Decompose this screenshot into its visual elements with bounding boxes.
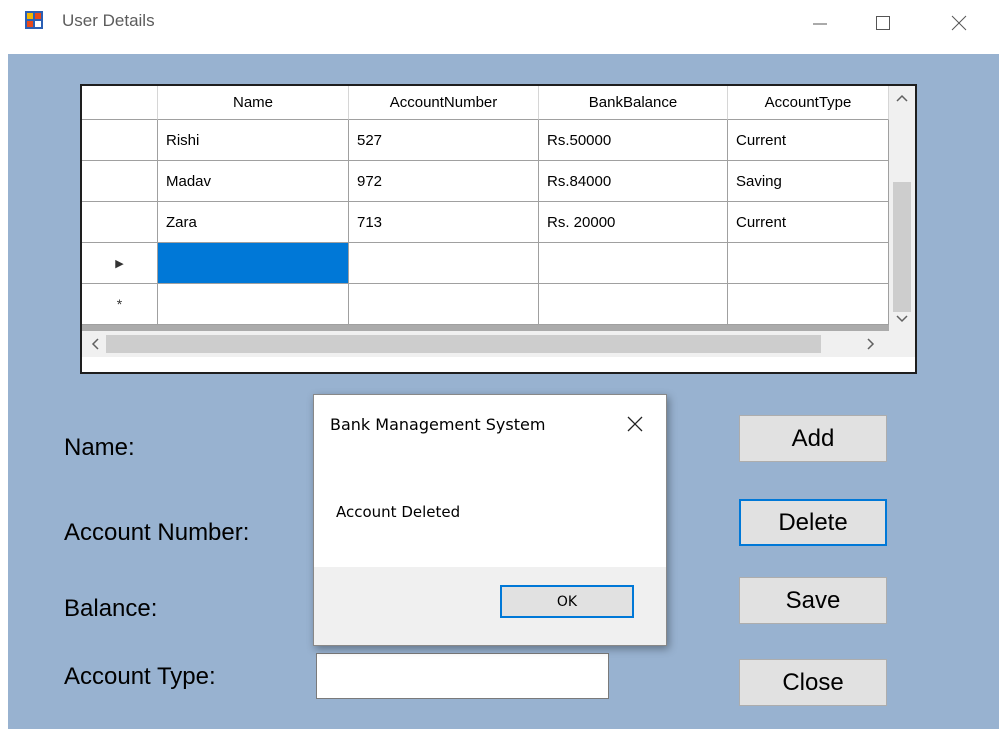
minimize-icon [813,23,827,25]
grid-header-row: Name AccountNumber BankBalance AccountTy… [82,86,889,120]
account-number-label: Account Number: [64,519,250,546]
cell-name[interactable]: Rishi [158,120,349,161]
name-label: Name: [64,434,135,461]
dialog-footer: OK [314,567,666,645]
ok-button[interactable]: OK [500,585,634,618]
account-type-input[interactable] [316,653,609,699]
cell-bank-balance[interactable]: Rs.84000 [539,161,728,202]
scroll-up-icon[interactable] [892,88,912,108]
cell-account-number[interactable]: 713 [349,202,539,243]
table-row-new[interactable]: * [82,284,889,325]
cell-account-type[interactable]: Saving [728,161,889,202]
close-icon [627,416,643,432]
delete-button[interactable]: Delete [739,499,887,546]
maximize-button[interactable] [860,0,906,46]
row-header-corner [82,86,158,120]
row-header[interactable] [82,161,158,202]
save-button[interactable]: Save [739,577,887,624]
horizontal-scroll-thumb[interactable] [106,335,821,353]
app-form-icon [25,11,43,29]
grid-body: Name AccountNumber BankBalance AccountTy… [82,86,889,331]
cell-account-number[interactable]: 527 [349,120,539,161]
column-header-account-number[interactable]: AccountNumber [349,86,539,120]
message-dialog: Bank Management System Account Deleted O… [313,394,667,646]
close-button[interactable]: Close [739,659,887,706]
vertical-scrollbar[interactable] [889,86,915,331]
scroll-down-icon[interactable] [892,309,912,329]
cell-bank-balance[interactable]: Rs. 20000 [539,202,728,243]
cell-account-number[interactable]: 972 [349,161,539,202]
table-row[interactable]: Rishi 527 Rs.50000 Current [82,120,889,161]
row-header[interactable] [82,202,158,243]
current-row-header[interactable]: ▶ [82,243,158,284]
dialog-title: Bank Management System [330,415,546,434]
new-row-asterisk-icon: * [116,296,123,312]
cell-account-type[interactable]: Current [728,202,889,243]
accounts-grid[interactable]: Name AccountNumber BankBalance AccountTy… [80,84,917,374]
maximize-icon [876,16,890,30]
new-row-header[interactable]: * [82,284,158,325]
title-bar: User Details [0,0,999,46]
minimize-button[interactable] [797,0,843,46]
cell-account-type[interactable] [728,284,889,325]
scroll-left-icon[interactable] [85,334,105,354]
cell-account-number[interactable] [349,243,539,284]
column-header-account-type[interactable]: AccountType [728,86,889,120]
add-button[interactable]: Add [739,415,887,462]
window-title: User Details [62,11,155,30]
cell-bank-balance[interactable]: Rs.50000 [539,120,728,161]
cell-name[interactable]: Madav [158,161,349,202]
dialog-close-button[interactable] [620,409,650,439]
column-header-bank-balance[interactable]: BankBalance [539,86,728,120]
horizontal-scrollbar[interactable] [82,331,889,357]
table-row[interactable]: Zara 713 Rs. 20000 Current [82,202,889,243]
row-header[interactable] [82,120,158,161]
cell-account-number[interactable] [349,284,539,325]
close-icon [951,15,967,31]
cell-name[interactable]: Zara [158,202,349,243]
dialog-message: Account Deleted [336,503,461,521]
cell-account-type[interactable]: Current [728,120,889,161]
scrollbar-corner [889,331,915,357]
balance-label: Balance: [64,595,158,622]
cell-name[interactable] [158,284,349,325]
cell-bank-balance[interactable] [539,284,728,325]
vertical-scroll-thumb[interactable] [893,182,911,312]
cell-bank-balance[interactable] [539,243,728,284]
cell-account-type[interactable] [728,243,889,284]
current-row-arrow-icon: ▶ [115,257,124,270]
cell-name-selected[interactable] [158,243,349,284]
scroll-right-icon[interactable] [861,334,881,354]
account-type-label: Account Type: [64,663,216,690]
table-row[interactable]: Madav 972 Rs.84000 Saving [82,161,889,202]
window-close-button[interactable] [936,0,982,46]
table-row-current[interactable]: ▶ [82,243,889,284]
column-header-name[interactable]: Name [158,86,349,120]
